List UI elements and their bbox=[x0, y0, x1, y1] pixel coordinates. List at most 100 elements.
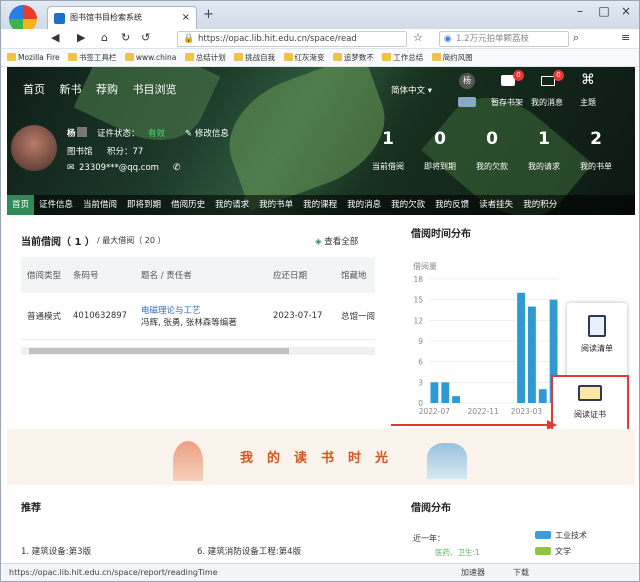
address-bar[interactable]: 🔒 https://opac.lib.hit.edu.cn/space/read bbox=[177, 31, 407, 47]
reading-list-label: 阅读清单 bbox=[581, 344, 613, 353]
tab-booklists[interactable]: 我的书单 bbox=[254, 195, 298, 215]
bookmark-item[interactable]: 挑战自我 bbox=[234, 49, 275, 66]
nav-toolbar: ◀ ▶ ⌂ ↻ ↺ 🔒 https://opac.lib.hit.edu.cn/… bbox=[1, 29, 639, 49]
tab-fines[interactable]: 我的欠款 bbox=[386, 195, 430, 215]
refresh-icon[interactable]: ↻ bbox=[121, 31, 130, 44]
stat-value: 0 bbox=[434, 129, 446, 149]
bookmark-item[interactable]: 简约风图 bbox=[431, 49, 473, 66]
url-text: https://opac.lib.hit.edu.cn/space/read bbox=[198, 34, 357, 44]
distribution-annotation: 医药、卫生:1 bbox=[435, 548, 480, 557]
tab-requests[interactable]: 我的请求 bbox=[210, 195, 254, 215]
tab-report-loss[interactable]: 读者挂失 bbox=[474, 195, 518, 215]
back-icon[interactable]: ◀ bbox=[51, 31, 59, 44]
title-bar: 图书馆书目检索系统 × + – □ × bbox=[1, 1, 639, 33]
edit-info-link[interactable]: ✎ 修改信息 bbox=[185, 127, 229, 139]
bar[interactable] bbox=[517, 292, 525, 403]
loan-barcode: 4010632897 bbox=[73, 310, 128, 321]
view-all-link[interactable]: ◈ 查看全部 bbox=[315, 235, 358, 247]
search-engine-icon: ◉ bbox=[444, 34, 452, 44]
book-title-link[interactable]: 电磁理论与工艺 bbox=[141, 304, 267, 316]
recommend-item[interactable]: 1. 建筑设备:第3版 bbox=[21, 545, 91, 557]
tab-due-soon[interactable]: 即将到期 bbox=[122, 195, 166, 215]
tab-current-loans[interactable]: 当前借阅 bbox=[78, 195, 122, 215]
column-header: 应还日期 bbox=[273, 271, 308, 281]
message-label[interactable]: 我的消息 bbox=[531, 97, 563, 108]
horizontal-scrollbar[interactable] bbox=[21, 347, 375, 355]
tab-courses[interactable]: 我的课程 bbox=[298, 195, 342, 215]
home-icon[interactable]: ⌂ bbox=[101, 31, 108, 44]
minimize-icon[interactable]: – bbox=[569, 3, 591, 19]
profile-hero: 首页 新书 荐购 书目浏览 简体中文 ▾ 杨 0 暂存书架 0 我的消息 ⌘ 主… bbox=[7, 67, 635, 215]
bar[interactable] bbox=[452, 396, 460, 403]
avatar-name-blur bbox=[458, 97, 476, 107]
tab-feedback[interactable]: 我的反馈 bbox=[430, 195, 474, 215]
bookmark-item[interactable]: 追梦数不 bbox=[332, 49, 374, 66]
banner-text: 我的读书时光 bbox=[239, 451, 402, 466]
bookmark-item[interactable]: 总结计划 bbox=[184, 49, 226, 66]
browser-window: 图书馆书目检索系统 × + – □ × ◀ ▶ ⌂ ↻ ↺ 🔒 https://… bbox=[0, 0, 640, 582]
tab-close-icon[interactable]: × bbox=[182, 7, 190, 28]
tab-cert-info[interactable]: 证件信息 bbox=[34, 195, 78, 215]
nav-browse[interactable]: 书目浏览 bbox=[133, 83, 177, 96]
maximize-icon[interactable]: □ bbox=[593, 3, 615, 19]
scrollbar-thumb[interactable] bbox=[29, 348, 289, 354]
search-icon[interactable]: ⌕ bbox=[573, 31, 579, 45]
column-header: 借阅类型 bbox=[27, 271, 62, 281]
legend-swatch bbox=[535, 531, 551, 539]
distribution-panel: 借阅分布 近一年： 医药、卫生:1 工业技术 文学 bbox=[399, 491, 635, 563]
undo-close-icon[interactable]: ↺ bbox=[141, 31, 150, 44]
page-favicon-icon bbox=[54, 13, 65, 24]
y-tick-label: 6 bbox=[418, 358, 423, 367]
reading-list-button[interactable]: 阅读清单 bbox=[567, 309, 627, 369]
loans-table-wrap: 借阅类型 条码号 题名 / 责任者 应还日期 馆藏地 普通模式 40106328… bbox=[21, 257, 375, 343]
loans-table: 借阅类型 条码号 题名 / 责任者 应还日期 馆藏地 普通模式 40106328… bbox=[21, 257, 375, 340]
nav-new-books[interactable]: 新书 bbox=[60, 83, 82, 96]
accelerator-button[interactable]: 加速器 bbox=[461, 564, 485, 581]
cert-status-label: 证件状态： bbox=[97, 129, 140, 139]
tab-home[interactable]: 首页 bbox=[7, 195, 35, 215]
distribution-title: 借阅分布 bbox=[411, 503, 451, 514]
menu-icon[interactable]: ≡ bbox=[621, 31, 630, 44]
stat-label: 我的请求 bbox=[528, 162, 560, 171]
tab-points[interactable]: 我的积分 bbox=[518, 195, 562, 215]
reading-certificate-button[interactable]: 阅读证书 bbox=[551, 375, 629, 437]
theme-icon[interactable]: ⌘ bbox=[581, 72, 595, 88]
new-tab-button[interactable]: + bbox=[203, 7, 214, 22]
recommend-item[interactable]: 6. 建筑消防设备工程:第4版 bbox=[197, 545, 301, 557]
y-tick-label: 3 bbox=[418, 378, 423, 387]
avatar[interactable]: 杨 bbox=[459, 73, 475, 89]
bar[interactable] bbox=[538, 389, 547, 403]
max-loans-label: / 最大借阅（ 20 ） bbox=[97, 236, 166, 245]
theme-label[interactable]: 主题 bbox=[580, 97, 596, 108]
recommend-panel: 推荐 1. 建筑设备:第3版 6. 建筑消防设备工程:第4版 bbox=[15, 491, 385, 563]
mail-icon: ✉ bbox=[67, 163, 75, 173]
layers-icon: ◈ bbox=[315, 237, 322, 247]
stat-label: 我的欠款 bbox=[476, 162, 508, 171]
folder-icon bbox=[68, 53, 78, 61]
browser-tab[interactable]: 图书馆书目检索系统 × bbox=[47, 6, 197, 29]
bookmark-item[interactable]: Mozilla Fire bbox=[7, 49, 60, 66]
recommend-title: 推荐 bbox=[21, 503, 41, 514]
language-select[interactable]: 简体中文 ▾ bbox=[391, 84, 432, 96]
bookmark-item[interactable]: 红灰渐变 bbox=[283, 49, 325, 66]
nav-home[interactable]: 首页 bbox=[23, 83, 45, 96]
folder-icon bbox=[234, 53, 244, 61]
nav-recommend-purchase[interactable]: 荐购 bbox=[96, 83, 118, 96]
bookmark-item[interactable]: www.china bbox=[124, 49, 176, 66]
close-window-icon[interactable]: × bbox=[615, 3, 637, 19]
bookmark-star-icon[interactable]: ☆ bbox=[413, 31, 423, 44]
stat-value: 1 bbox=[382, 129, 394, 149]
bar[interactable] bbox=[528, 306, 536, 403]
forward-icon[interactable]: ▶ bbox=[77, 31, 85, 44]
bookshelf-label[interactable]: 暂存书架 bbox=[491, 97, 523, 108]
bookmark-item[interactable]: 工作总结 bbox=[382, 49, 423, 66]
download-button[interactable]: 下载 bbox=[513, 564, 529, 581]
bar[interactable] bbox=[441, 382, 450, 403]
search-box[interactable]: ◉ 1.2万元拍单颗荔枝 bbox=[439, 31, 569, 47]
tab-messages[interactable]: 我的消息 bbox=[342, 195, 386, 215]
due-date: 2023-07-17 bbox=[273, 310, 323, 321]
bookmark-item[interactable]: 书签工具栏 bbox=[68, 49, 117, 66]
tab-history[interactable]: 借阅历史 bbox=[166, 195, 210, 215]
bar[interactable] bbox=[430, 382, 439, 403]
reading-list-icon bbox=[588, 315, 606, 337]
